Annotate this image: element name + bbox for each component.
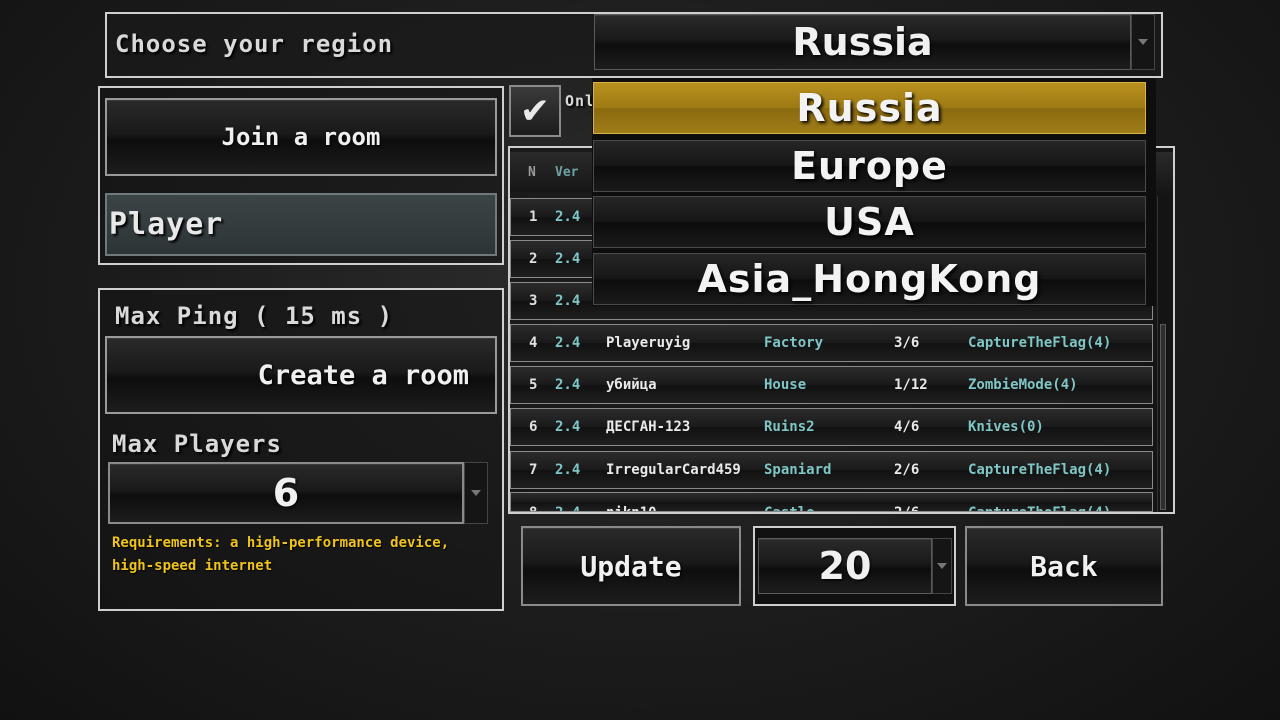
row-version: 2.4 <box>555 335 581 351</box>
join-room-label: Join a room <box>221 123 381 151</box>
scrollbar-thumb[interactable] <box>1160 324 1166 510</box>
row-players: 4/6 <box>894 419 920 435</box>
region-option-europe[interactable]: Europe <box>593 140 1146 192</box>
requirements-text: Requirements: a high-performance device,… <box>112 535 450 574</box>
row-version: 2.4 <box>555 419 581 435</box>
filter-checkbox[interactable]: ✔ <box>509 85 561 137</box>
table-scrollbar[interactable] <box>1157 196 1169 512</box>
region-dropdown[interactable]: Russia <box>594 14 1131 70</box>
back-button[interactable]: Back <box>965 526 1163 606</box>
max-players-value: 6 <box>272 471 300 515</box>
update-label: Update <box>580 549 682 583</box>
row-players: 2/6 <box>894 462 920 478</box>
row-number: 7 <box>529 462 538 478</box>
row-players: 1/12 <box>894 377 928 393</box>
row-number: 8 <box>529 505 537 511</box>
count-selector[interactable]: 20 <box>758 538 932 594</box>
region-label: Choose your region <box>115 30 394 58</box>
max-players-label: Max Players <box>112 430 282 458</box>
row-map: House <box>764 377 807 393</box>
chevron-down-icon <box>937 563 947 569</box>
table-row[interactable]: 7 2.4 IrregularCard459 Spaniard 2/6 CaptureTh… <box>510 451 1153 489</box>
row-map: Factory <box>764 335 824 351</box>
table-row[interactable]: 8 2.4 nikn10 Castle 2/6 CaptureTheFlag(4) <box>510 492 1153 512</box>
table-row[interactable]: 5 2.4 убийца House 1/12 ZombieMode(4) <box>510 366 1153 404</box>
create-room-label: Create a room <box>257 359 469 391</box>
max-players-dropdown[interactable]: 6 <box>108 462 464 524</box>
row-number: 4 <box>529 335 538 351</box>
header-ver: Ver <box>555 165 579 180</box>
row-version: 2.4 <box>555 209 581 225</box>
row-mode: CaptureTheFlag(4) <box>968 462 1112 478</box>
chevron-down-icon <box>471 490 481 496</box>
row-number: 6 <box>529 419 538 435</box>
row-map: Castle <box>764 505 815 511</box>
row-room-name: IrregularCard459 <box>606 462 741 478</box>
row-number: 3 <box>529 293 538 309</box>
row-mode: CaptureTheFlag(4) <box>968 335 1112 351</box>
create-room-button[interactable]: Create a room <box>105 336 497 414</box>
max-ping-label: Max Ping ( 15 ms ) <box>115 302 394 330</box>
row-map: Ruins2 <box>764 419 815 435</box>
row-room-name: Playeruyig <box>606 335 691 351</box>
table-row[interactable]: 4 2.4 Playeruyig Factory 3/6 CaptureTheFlag(4… <box>510 324 1153 362</box>
chevron-down-icon <box>1138 39 1148 45</box>
count-value: 20 <box>818 544 872 588</box>
row-mode: CaptureTheFlag(4) <box>968 505 1111 511</box>
region-option-asia-hongkong[interactable]: Asia_HongKong <box>593 253 1146 305</box>
join-room-button[interactable]: Join a room <box>105 98 497 176</box>
region-option-usa[interactable]: USA <box>593 196 1146 248</box>
update-button[interactable]: Update <box>521 526 741 606</box>
row-map: Spaniard <box>764 462 832 478</box>
count-selector-arrow[interactable] <box>932 538 952 594</box>
row-mode: Knives(0) <box>968 419 1044 435</box>
row-version: 2.4 <box>555 462 581 478</box>
row-number: 2 <box>529 251 538 267</box>
filter-checkbox-label: Onl <box>565 92 596 110</box>
row-number: 1 <box>529 209 538 225</box>
max-players-dropdown-arrow[interactable] <box>464 462 488 524</box>
row-mode: ZombieMode(4) <box>968 377 1078 393</box>
row-room-name: nikn10 <box>606 505 657 511</box>
region-option-russia[interactable]: Russia <box>593 82 1146 134</box>
row-players: 3/6 <box>894 335 920 351</box>
row-players: 2/6 <box>894 505 919 511</box>
row-room-name: убийца <box>606 377 657 393</box>
region-dropdown-arrow[interactable] <box>1131 14 1155 70</box>
checkmark-icon: ✔ <box>519 90 551 132</box>
row-version: 2.4 <box>555 505 580 511</box>
row-number: 5 <box>529 377 538 393</box>
region-selected-value: Russia <box>792 20 933 64</box>
player-name-value: Player <box>109 207 224 242</box>
row-version: 2.4 <box>555 251 581 267</box>
table-row[interactable]: 6 2.4 ДЕСГАН-123 Ruins2 4/6 Knives(0) <box>510 408 1153 446</box>
row-room-name: ДЕСГАН-123 <box>606 419 691 435</box>
player-name-input[interactable]: Player <box>105 193 497 256</box>
header-n: N <box>528 165 536 180</box>
row-version: 2.4 <box>555 293 581 309</box>
row-version: 2.4 <box>555 377 581 393</box>
back-label: Back <box>1030 549 1098 583</box>
